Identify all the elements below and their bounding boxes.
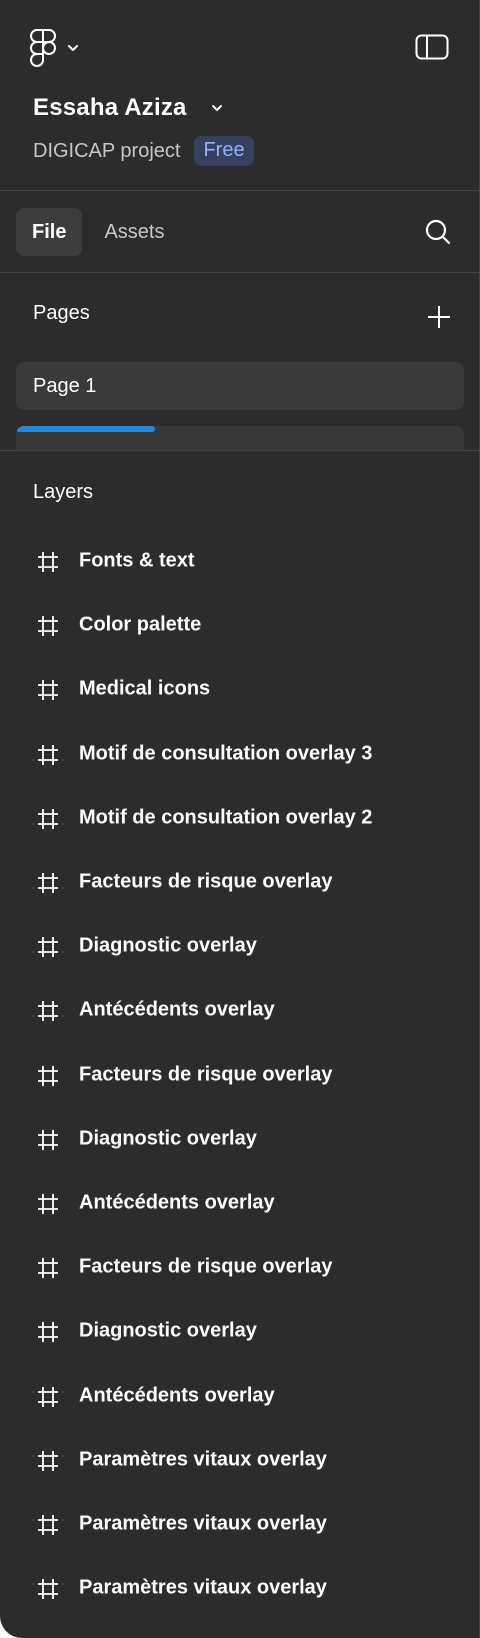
layer-row[interactable]: Facteurs de risque overlay xyxy=(0,853,479,917)
layer-name: Antécédents overlay xyxy=(79,1384,275,1407)
sidebar-toggle-icon xyxy=(415,34,449,60)
layer-name: Antécédents overlay xyxy=(79,999,275,1022)
layer-row[interactable]: Motif de consultation overlay 3 xyxy=(0,725,479,789)
project-name[interactable]: DIGICAP project xyxy=(33,140,180,163)
pages-divider xyxy=(0,450,479,451)
layer-name: Motif de consultation overlay 3 xyxy=(79,742,373,765)
frame-icon xyxy=(38,1579,58,1600)
page-item[interactable]: Page 1 xyxy=(16,362,464,410)
main-menu-button[interactable] xyxy=(30,28,90,68)
plus-icon xyxy=(428,306,450,328)
layer-row[interactable]: Color palette xyxy=(0,596,479,660)
frame-icon xyxy=(38,680,58,701)
layer-row[interactable]: Diagnostic overlay xyxy=(0,1110,479,1174)
frame-icon xyxy=(38,1514,58,1535)
layer-name: Paramètres vitaux overlay xyxy=(79,1512,327,1535)
layer-row[interactable]: Paramètres vitaux overlay xyxy=(0,1559,479,1623)
frame-icon xyxy=(38,873,58,894)
layer-name: Paramètres vitaux overlay xyxy=(79,1448,327,1471)
sidebar-toggle-button[interactable] xyxy=(412,30,452,64)
frame-icon xyxy=(38,552,58,573)
layer-name: Motif de consultation overlay 2 xyxy=(79,806,373,829)
chevron-down-icon xyxy=(209,100,225,116)
layer-name: Diagnostic overlay xyxy=(79,1320,257,1343)
scrollbar-thumb[interactable] xyxy=(16,426,155,432)
frame-icon xyxy=(38,616,58,637)
header-divider xyxy=(0,190,479,191)
layers-list: Fonts & text Color palette Medical icons Mo… xyxy=(0,532,479,1623)
frame-icon xyxy=(38,1386,58,1407)
frame-icon xyxy=(38,1193,58,1214)
layer-name: Facteurs de risque overlay xyxy=(79,870,333,893)
workspace-switcher[interactable]: Essaha Aziza xyxy=(33,94,225,122)
layer-row[interactable]: Paramètres vitaux overlay xyxy=(0,1495,479,1559)
layer-row[interactable]: Diagnostic overlay xyxy=(0,1302,479,1366)
layer-row[interactable]: Antécédents overlay xyxy=(0,1366,479,1430)
layer-row[interactable]: Fonts & text xyxy=(0,532,479,596)
layer-name: Color palette xyxy=(79,614,202,637)
pages-scrollbar[interactable] xyxy=(16,426,464,450)
layer-name: Medical icons xyxy=(79,678,211,701)
layer-name: Diagnostic overlay xyxy=(79,934,257,957)
frame-icon xyxy=(38,937,58,958)
layer-row[interactable]: Facteurs de risque overlay xyxy=(0,1238,479,1302)
page-item-label: Page 1 xyxy=(33,374,97,397)
project-row: DIGICAP project Free xyxy=(33,136,254,166)
pages-title: Pages xyxy=(33,302,90,324)
layer-row[interactable]: Motif de consultation overlay 2 xyxy=(0,789,479,853)
frame-icon xyxy=(38,744,58,765)
tab-assets[interactable]: Assets xyxy=(88,208,180,256)
layers-title: Layers xyxy=(33,481,94,503)
search-button[interactable] xyxy=(420,214,456,250)
chevron-down-icon xyxy=(68,45,78,51)
panel-tabs: File Assets xyxy=(16,208,180,256)
frame-icon xyxy=(38,1129,58,1150)
layer-row[interactable]: Facteurs de risque overlay xyxy=(0,1046,479,1110)
frame-icon xyxy=(38,1065,58,1086)
frame-icon xyxy=(38,808,58,829)
figma-logo-icon xyxy=(30,29,56,67)
top-bar xyxy=(0,0,479,95)
frame-icon xyxy=(38,1258,58,1279)
frame-icon xyxy=(38,1322,58,1343)
layer-row[interactable]: Diagnostic overlay xyxy=(0,917,479,981)
layer-row[interactable]: Antécédents overlay xyxy=(0,981,479,1045)
left-sidebar-panel: Essaha Aziza DIGICAP project Free File A… xyxy=(0,0,480,1638)
workspace-name: Essaha Aziza xyxy=(33,94,187,121)
plan-badge[interactable]: Free xyxy=(194,136,254,166)
add-page-button[interactable] xyxy=(422,300,456,334)
layer-name: Facteurs de risque overlay xyxy=(79,1255,333,1278)
layer-name: Facteurs de risque overlay xyxy=(79,1063,333,1086)
frame-icon xyxy=(38,1450,58,1471)
layer-name: Fonts & text xyxy=(79,549,195,572)
layer-row[interactable]: Paramètres vitaux overlay xyxy=(0,1431,479,1495)
tabs-divider xyxy=(0,272,479,273)
layer-name: Antécédents overlay xyxy=(79,1191,275,1214)
layer-name: Paramètres vitaux overlay xyxy=(79,1576,327,1599)
layer-row[interactable]: Antécédents overlay xyxy=(0,1174,479,1238)
layer-name: Diagnostic overlay xyxy=(79,1127,257,1150)
tab-file[interactable]: File xyxy=(16,208,83,256)
search-icon xyxy=(425,219,451,245)
frame-icon xyxy=(38,1001,58,1022)
layer-row[interactable]: Medical icons xyxy=(0,660,479,724)
